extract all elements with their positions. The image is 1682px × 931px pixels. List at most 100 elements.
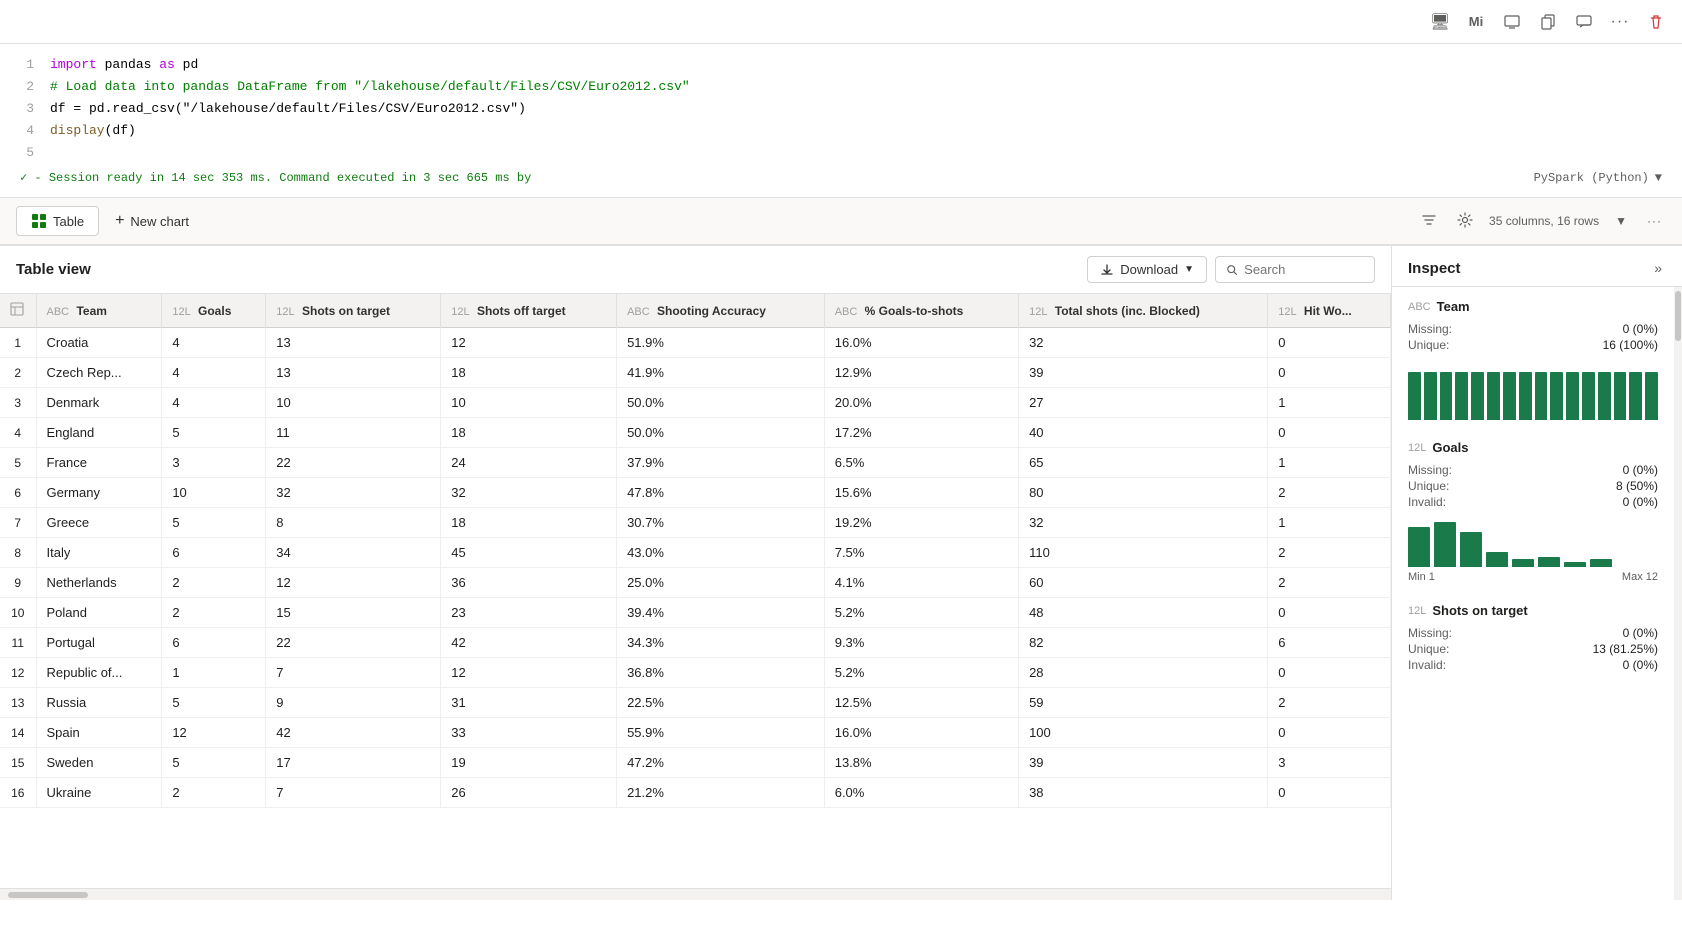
cell-team: Poland	[36, 598, 162, 628]
more-icon[interactable]: ···	[1606, 8, 1634, 36]
cell-total-shots: 100	[1019, 718, 1268, 748]
more-options-icon[interactable]: ···	[1643, 210, 1666, 232]
cell-goals-shots: 13.8%	[824, 748, 1018, 778]
cell-shots-off: 31	[441, 688, 617, 718]
cell-goals: 4	[162, 388, 266, 418]
inspect-body[interactable]: ABC Team Missing: 0 (0%) Unique: 16 (100…	[1392, 287, 1674, 900]
cell-hit-wo: 2	[1268, 478, 1391, 508]
inspect-team-title: ABC Team	[1408, 299, 1658, 314]
cell-shoot-acc: 36.8%	[617, 658, 825, 688]
cell-shots-off: 19	[441, 748, 617, 778]
cell-shots-on: 11	[266, 418, 441, 448]
cell-team: Russia	[36, 688, 162, 718]
cell-goals: 10	[162, 478, 266, 508]
cell-team: Germany	[36, 478, 162, 508]
code-text-1: import pandas as pd	[50, 54, 198, 76]
row-idx: 2	[0, 358, 36, 388]
goals-histogram-bar	[1408, 527, 1430, 567]
cell-shots-on: 7	[266, 778, 441, 808]
cell-goals: 1	[162, 658, 266, 688]
cell-hit-wo: 1	[1268, 448, 1391, 478]
shots-missing-row: Missing: 0 (0%)	[1408, 626, 1658, 640]
table-row: 12 Republic of... 1 7 12 36.8% 5.2% 28 0	[0, 658, 1391, 688]
cell-shots-on: 13	[266, 328, 441, 358]
table-row: 4 England 5 11 18 50.0% 17.2% 40 0	[0, 418, 1391, 448]
engine-dropdown-icon[interactable]: ▼	[1655, 171, 1662, 185]
goals-minmax: Min 1 Max 12	[1408, 571, 1658, 583]
columns-dropdown-icon[interactable]: ▼	[1611, 210, 1631, 232]
cell-goals: 12	[162, 718, 266, 748]
cell-shoot-acc: 50.0%	[617, 418, 825, 448]
shots-invalid-row: Invalid: 0 (0%)	[1408, 658, 1658, 672]
download-label: Download	[1120, 262, 1178, 277]
line-num-2: 2	[20, 76, 50, 98]
code-line-3: 3 df = pd.read_csv("/lakehouse/default/F…	[20, 98, 1662, 120]
cell-hit-wo: 0	[1268, 358, 1391, 388]
table-row: 13 Russia 5 9 31 22.5% 12.5% 59 2	[0, 688, 1391, 718]
shots-missing-val: 0 (0%)	[1623, 626, 1658, 640]
row-idx: 6	[0, 478, 36, 508]
cell-total-shots: 39	[1019, 748, 1268, 778]
cell-hit-wo: 2	[1268, 688, 1391, 718]
row-idx: 5	[0, 448, 36, 478]
cell-shoot-acc: 47.8%	[617, 478, 825, 508]
cell-total-shots: 40	[1019, 418, 1268, 448]
copy-icon[interactable]	[1534, 8, 1562, 36]
col-header-shoot-acc: ABC Shooting Accuracy	[617, 294, 825, 328]
cell-goals: 5	[162, 748, 266, 778]
person-icon[interactable]: Mi	[1462, 8, 1490, 36]
row-idx: 14	[0, 718, 36, 748]
cell-total-shots: 39	[1019, 358, 1268, 388]
engine-label[interactable]: PySpark (Python)	[1534, 171, 1649, 185]
inspect-scroll-thumb	[1675, 291, 1681, 341]
line-num-5: 5	[20, 142, 50, 164]
cell-team: Republic of...	[36, 658, 162, 688]
table-row: 8 Italy 6 34 45 43.0% 7.5% 110 2	[0, 538, 1391, 568]
team-bar	[1582, 372, 1595, 420]
col-header-shots-on: 12L Shots on target	[266, 294, 441, 328]
top-toolbar: 🖥 Mi ···	[0, 0, 1682, 44]
search-box[interactable]	[1215, 256, 1375, 283]
download-chevron: ▼	[1184, 264, 1194, 275]
row-idx: 12	[0, 658, 36, 688]
cell-shoot-acc: 43.0%	[617, 538, 825, 568]
team-bar	[1566, 372, 1579, 420]
columns-info: 35 columns, 16 rows	[1489, 214, 1599, 228]
screen-icon[interactable]	[1498, 8, 1526, 36]
monitor-icon[interactable]: 🖥	[1426, 8, 1454, 36]
code-line-5: 5	[20, 142, 1662, 164]
inspect-expand-button[interactable]: »	[1650, 258, 1666, 278]
cell-shoot-acc: 37.9%	[617, 448, 825, 478]
goals-min: Min 1	[1408, 571, 1435, 583]
cell-shots-off: 18	[441, 358, 617, 388]
cell-goals-shots: 5.2%	[824, 658, 1018, 688]
search-input[interactable]	[1244, 262, 1364, 277]
new-chart-button[interactable]: + New chart	[103, 206, 201, 236]
cell-total-shots: 59	[1019, 688, 1268, 718]
data-table-wrap[interactable]: ABC Team 12L Goals 12L Shots on target 1…	[0, 294, 1391, 888]
delete-icon[interactable]	[1642, 8, 1670, 36]
horizontal-scrollbar[interactable]	[0, 888, 1391, 900]
table-tab-label: Table	[53, 214, 84, 229]
goals-type-badge: 12L	[1408, 442, 1426, 454]
cell-goals-shots: 5.2%	[824, 598, 1018, 628]
team-bar	[1408, 372, 1421, 420]
code-text-3: df = pd.read_csv("/lakehouse/default/Fil…	[50, 98, 526, 120]
chat-icon[interactable]	[1570, 8, 1598, 36]
cell-goals: 2	[162, 568, 266, 598]
settings-icon[interactable]	[1453, 208, 1477, 235]
team-missing-label: Missing:	[1408, 322, 1452, 336]
filter-icon[interactable]	[1417, 208, 1441, 235]
inspect-scrollbar[interactable]	[1674, 287, 1682, 900]
cell-goals: 5	[162, 418, 266, 448]
cell-shots-on: 17	[266, 748, 441, 778]
cell-total-shots: 60	[1019, 568, 1268, 598]
table-row: 11 Portugal 6 22 42 34.3% 9.3% 82 6	[0, 628, 1391, 658]
download-button[interactable]: Download ▼	[1087, 256, 1207, 283]
table-row: 9 Netherlands 2 12 36 25.0% 4.1% 60 2	[0, 568, 1391, 598]
goals-histogram-bar	[1564, 562, 1586, 567]
team-bar	[1503, 372, 1516, 420]
cell-hit-wo: 0	[1268, 418, 1391, 448]
table-tab[interactable]: Table	[16, 206, 99, 236]
goals-histogram-bar	[1512, 559, 1534, 567]
